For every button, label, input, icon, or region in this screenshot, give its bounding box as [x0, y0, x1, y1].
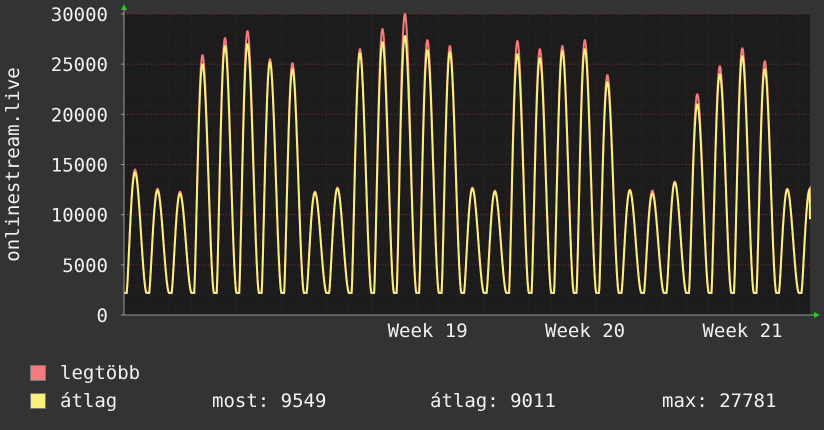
legend-swatch-atlag: [30, 393, 46, 409]
y-tick-label: 15000: [51, 155, 108, 177]
legend-label-legtobb: legtöbb: [60, 362, 141, 384]
y-axis-ticks: 0 5000 10000 15000 20000 25000 30000: [51, 4, 124, 327]
y-tick-label: 25000: [51, 54, 108, 76]
legend-swatch-legtobb: [30, 365, 46, 381]
y-tick-label: 5000: [62, 255, 108, 277]
x-axis-arrow-icon: [814, 312, 820, 318]
x-axis-ticks: Week 19Week 20Week 21Week 22: [388, 320, 783, 342]
x-tick-label: Week 21: [702, 320, 782, 342]
stat-maximum: max: 27781: [662, 390, 777, 412]
x-tick-label: Week 19: [388, 320, 468, 342]
x-tick-label: Week 20: [545, 320, 625, 342]
y-tick-label: 0: [97, 305, 108, 327]
stat-current: most: 9549: [212, 390, 327, 412]
y-axis-label: onlinestream.live: [2, 67, 24, 261]
y-tick-label: 30000: [51, 4, 108, 26]
stat-average: átlag: 9011: [430, 390, 556, 412]
legend-item-atlag: átlag: [30, 390, 117, 412]
legend-item-legtobb: legtöbb: [30, 362, 140, 384]
y-tick-label: 10000: [51, 205, 108, 227]
y-axis-arrow-icon: [121, 4, 127, 10]
y-tick-label: 20000: [51, 104, 108, 126]
legend-label-atlag: átlag: [60, 390, 118, 412]
